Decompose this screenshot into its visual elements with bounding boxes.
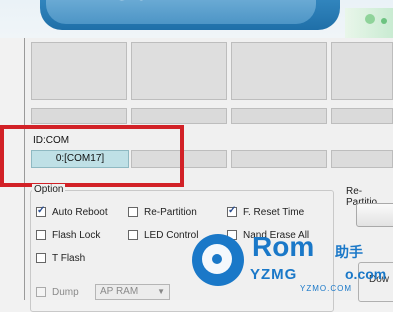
com-port-3[interactable] [231, 150, 327, 168]
led-control-label: LED Control [144, 229, 199, 241]
watermark-logo-icon [192, 234, 244, 286]
dump-checkbox [36, 287, 46, 297]
dump-select-value: AP RAM [100, 286, 139, 297]
progress-bar-3 [231, 108, 327, 124]
chevron-down-icon: ▼ [157, 287, 165, 296]
watermark-sub: YZMG [250, 266, 298, 283]
auto-reboot-label: Auto Reboot [52, 206, 108, 218]
progress-bar-2 [131, 108, 227, 124]
t-flash-option[interactable]: T Flash [36, 252, 85, 264]
f-reset-time-checkbox[interactable] [227, 205, 237, 217]
banner: Odin [0, 0, 393, 38]
f-reset-time-option[interactable]: F. Reset Time [227, 205, 305, 218]
auto-reboot-checkbox[interactable] [36, 205, 46, 217]
option-group-title: Option [32, 184, 66, 195]
flash-lock-checkbox[interactable] [36, 230, 46, 240]
watermark-brand: Rom [252, 231, 315, 262]
re-partition-option[interactable]: Re-Partition [128, 206, 197, 218]
device-slot-1 [31, 42, 127, 100]
progress-bar-4 [331, 108, 393, 124]
led-control-option[interactable]: LED Control [128, 229, 198, 241]
watermark-sub-cn: o.com [345, 266, 387, 282]
device-slot-2 [131, 42, 227, 100]
re-partition-label: Re-Partition [144, 206, 197, 218]
watermark-url: YZMO.COM [300, 284, 352, 293]
watermark-brand-cn: 助手 [335, 244, 363, 260]
flash-lock-label: Flash Lock [52, 229, 101, 241]
dump-select: AP RAM ▼ [95, 284, 170, 300]
auto-reboot-option[interactable]: Auto Reboot [36, 205, 108, 218]
logo-pill: Odin [40, 0, 340, 30]
re-partition-browse-button[interactable] [356, 203, 393, 227]
dump-option: Dump [36, 286, 79, 298]
t-flash-label: T Flash [52, 252, 86, 264]
t-flash-checkbox[interactable] [36, 253, 46, 263]
flash-lock-option[interactable]: Flash Lock [36, 229, 100, 241]
com-port-4[interactable] [331, 150, 393, 168]
f-reset-time-label: F. Reset Time [243, 206, 305, 218]
led-control-checkbox[interactable] [128, 230, 138, 240]
device-slot-4 [331, 42, 393, 100]
logo-text: Odin [110, 0, 182, 8]
dump-label: Dump [52, 286, 79, 298]
re-partition-checkbox[interactable] [128, 207, 138, 217]
progress-bar-1 [31, 108, 127, 124]
red-highlight-box [0, 125, 184, 187]
banner-decoration [345, 8, 393, 38]
device-slot-3 [231, 42, 327, 100]
